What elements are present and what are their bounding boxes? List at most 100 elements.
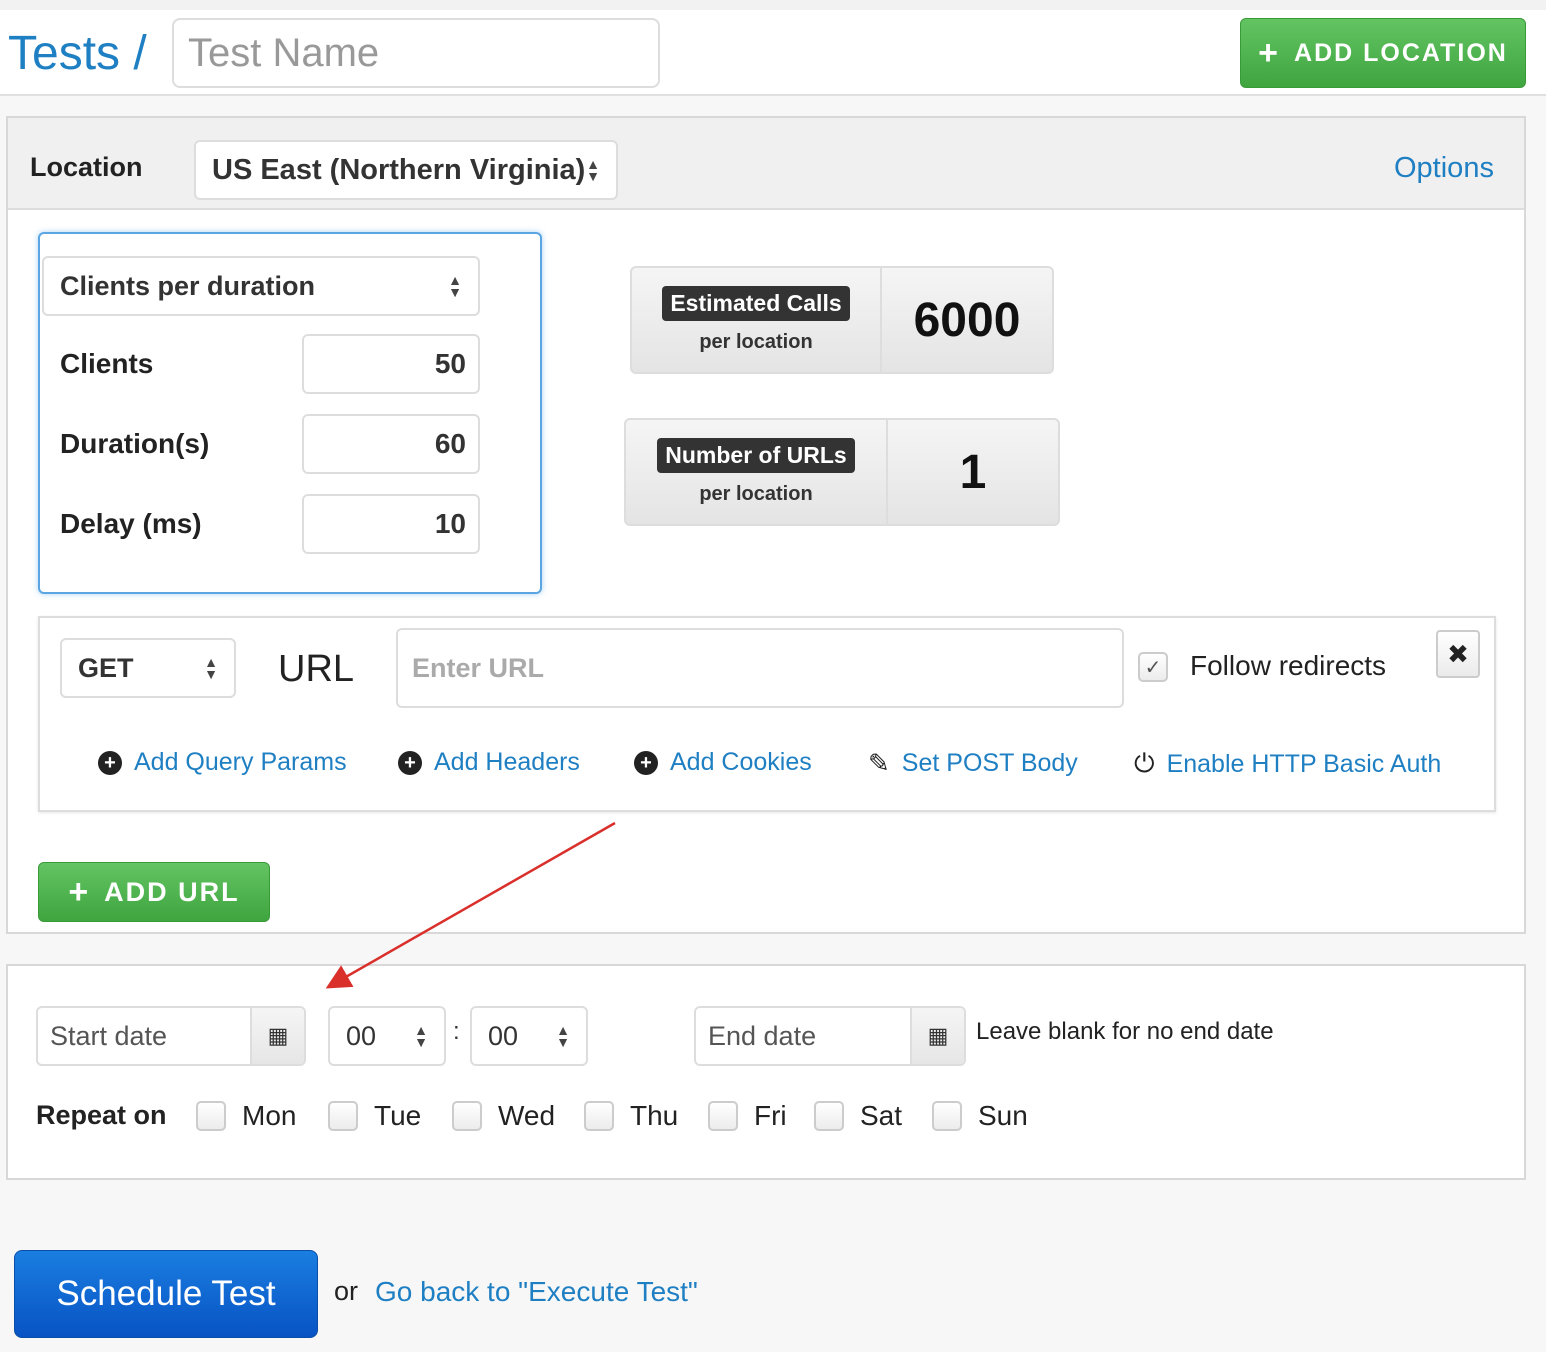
estimated-calls-stat: Estimated Calls per location 6000 xyxy=(630,266,1054,374)
plus-icon: + xyxy=(1258,34,1281,72)
day-label: Mon xyxy=(242,1100,297,1131)
repeat-on-label: Repeat on xyxy=(36,1100,167,1130)
power-icon: ⏻ xyxy=(1134,748,1155,778)
duration-input[interactable]: 60 xyxy=(302,414,480,474)
test-name-input[interactable] xyxy=(172,18,660,88)
select-arrows-icon: ▲ ▼ xyxy=(556,1022,570,1050)
breadcrumb[interactable]: Tests / xyxy=(8,26,147,81)
day-checkbox[interactable] xyxy=(814,1101,844,1131)
location-select[interactable]: US East (Northern Virginia) ▲ ▼ xyxy=(194,140,618,200)
day-tue[interactable]: Tue xyxy=(328,1100,421,1132)
day-checkbox[interactable] xyxy=(328,1101,358,1131)
plus-circle-icon: + xyxy=(98,750,122,775)
add-cookies-label: Add Cookies xyxy=(670,748,812,776)
day-label: Thu xyxy=(630,1100,679,1131)
follow-redirects-checkbox[interactable]: ✓ xyxy=(1138,652,1168,682)
day-sat[interactable]: Sat xyxy=(814,1100,902,1132)
day-mon[interactable]: Mon xyxy=(196,1100,296,1132)
url-input[interactable] xyxy=(396,628,1124,708)
add-location-button[interactable]: + ADD LOCATION xyxy=(1240,18,1526,88)
num-urls-value: 1 xyxy=(959,445,987,499)
delay-input[interactable]: 10 xyxy=(302,494,480,554)
num-urls-stat: Number of URLs per location 1 xyxy=(624,418,1060,526)
set-post-body-label: Set POST Body xyxy=(901,749,1078,777)
minute-select[interactable]: 00 ▲ ▼ xyxy=(470,1006,588,1066)
clients-label: Clients xyxy=(60,348,154,379)
day-label: Sat xyxy=(860,1100,903,1131)
calendar-icon[interactable]: ▦ xyxy=(250,1008,304,1064)
num-urls-caption: Number of URLs per location xyxy=(626,420,888,524)
enable-basic-auth-link[interactable]: ⏻ Enable HTTP Basic Auth xyxy=(1134,748,1441,780)
estimated-calls-caption: Estimated Calls per location xyxy=(632,268,882,372)
add-headers-label: Add Headers xyxy=(434,748,580,776)
start-date-input[interactable]: Start date ▦ xyxy=(36,1006,306,1066)
hour-select[interactable]: 00 ▲ ▼ xyxy=(328,1006,446,1066)
location-header: Location US East (Northern Virginia) ▲ ▼ … xyxy=(8,118,1524,210)
add-query-params-label: Add Query Params xyxy=(134,748,347,776)
url-panel: GET ▲▼ URL ✓ Follow redirects ✖ + Add Qu… xyxy=(38,616,1496,812)
num-urls-title: Number of URLs xyxy=(657,438,855,473)
duration-label: Duration(s) xyxy=(60,428,210,459)
plus-circle-icon: + xyxy=(634,750,658,775)
select-arrows-icon: ▲ ▼ xyxy=(448,272,462,300)
plus-icon: + xyxy=(68,873,91,911)
select-arrows-icon: ▲ ▼ xyxy=(204,654,218,682)
hour-value: 00 xyxy=(346,1020,377,1051)
day-label: Fri xyxy=(754,1100,787,1131)
load-settings-box: Clients per duration ▲ ▼ Clients 50 Durat… xyxy=(38,232,542,594)
or-text: or xyxy=(334,1276,359,1306)
add-cookies-link[interactable]: + Add Cookies xyxy=(634,748,812,777)
start-date-placeholder: Start date xyxy=(50,1020,168,1051)
schedule-test-button[interactable]: Schedule Test xyxy=(14,1250,318,1338)
day-label: Tue xyxy=(374,1100,422,1131)
select-arrows-icon: ▲ ▼ xyxy=(586,156,600,184)
schedule-panel xyxy=(6,964,1526,1180)
day-checkbox[interactable] xyxy=(196,1101,226,1131)
time-separator: : xyxy=(453,1018,460,1045)
method-select[interactable]: GET ▲ ▼ xyxy=(60,638,236,698)
end-date-hint: Leave blank for no end date xyxy=(976,1018,1274,1045)
location-panel: Location US East (Northern Virginia) ▲ ▼ … xyxy=(6,116,1526,934)
follow-redirects-label: Follow redirects xyxy=(1190,650,1387,681)
day-fri[interactable]: Fri xyxy=(708,1100,787,1132)
select-arrows-icon: ▲ ▼ xyxy=(414,1022,428,1050)
add-url-button[interactable]: + ADD URL xyxy=(38,862,270,922)
plus-circle-icon: + xyxy=(398,750,422,775)
day-checkbox[interactable] xyxy=(708,1101,738,1131)
set-post-body-link[interactable]: ✎ Set POST Body xyxy=(868,748,1078,779)
day-sun[interactable]: Sun xyxy=(932,1100,1028,1132)
url-label: URL xyxy=(278,648,355,690)
location-label: Location xyxy=(30,152,143,182)
close-icon: ✖ xyxy=(1447,638,1469,669)
method-value: GET xyxy=(78,652,134,683)
day-label: Sun xyxy=(978,1100,1028,1131)
remove-url-button[interactable]: ✖ xyxy=(1436,630,1480,678)
minute-value: 00 xyxy=(488,1020,519,1051)
day-thu[interactable]: Thu xyxy=(584,1100,678,1132)
options-link[interactable]: Options xyxy=(1394,152,1494,185)
edit-icon: ✎ xyxy=(868,748,890,778)
clients-input[interactable]: 50 xyxy=(302,334,480,394)
add-location-label: ADD LOCATION xyxy=(1294,38,1508,67)
end-date-input[interactable]: End date ▦ xyxy=(694,1006,966,1066)
day-label: Wed xyxy=(498,1100,556,1131)
estimated-calls-title: Estimated Calls xyxy=(662,286,850,321)
num-urls-sub: per location xyxy=(699,483,813,505)
calendar-icon[interactable]: ▦ xyxy=(910,1008,964,1064)
load-mode-select[interactable]: Clients per duration ▲ ▼ xyxy=(42,256,480,316)
day-checkbox[interactable] xyxy=(452,1101,482,1131)
day-checkbox[interactable] xyxy=(584,1101,614,1131)
add-url-label: ADD URL xyxy=(104,876,240,907)
add-headers-link[interactable]: + Add Headers xyxy=(398,748,580,777)
enable-basic-auth-label: Enable HTTP Basic Auth xyxy=(1166,749,1442,778)
estimated-calls-value: 6000 xyxy=(913,293,1021,347)
day-checkbox[interactable] xyxy=(932,1101,962,1131)
load-mode-value: Clients per duration xyxy=(60,270,316,301)
checkmark-icon: ✓ xyxy=(1144,656,1162,679)
add-query-params-link[interactable]: + Add Query Params xyxy=(98,748,347,777)
estimated-calls-sub: per location xyxy=(699,331,813,353)
end-date-placeholder: End date xyxy=(708,1020,817,1051)
back-to-execute-link[interactable]: Go back to "Execute Test" xyxy=(375,1276,698,1308)
day-wed[interactable]: Wed xyxy=(452,1100,555,1132)
location-selected-value: US East (Northern Virginia) xyxy=(212,153,586,186)
